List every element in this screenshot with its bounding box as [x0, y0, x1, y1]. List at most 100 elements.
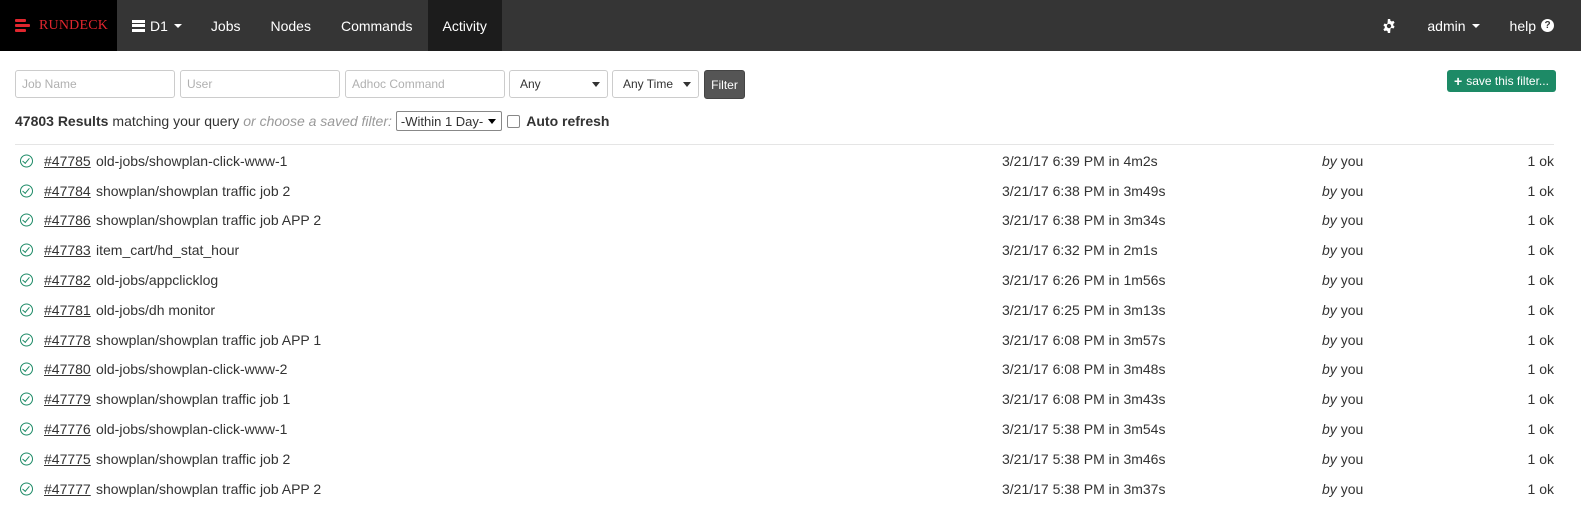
node-status: 1 ok: [1527, 242, 1554, 259]
job-name: old-jobs/dh monitor: [96, 301, 216, 318]
start-time: 3/21/17 6:08 PM: [1002, 391, 1105, 408]
plus-icon: +: [1454, 73, 1463, 89]
status-select[interactable]: Any: [509, 70, 608, 98]
user: you: [1340, 242, 1364, 259]
execution-id-link[interactable]: #47780: [44, 361, 91, 377]
saved-filter-select[interactable]: -Within 1 Day-: [395, 111, 503, 131]
by-label: by: [1322, 450, 1337, 467]
database-icon: [132, 19, 145, 32]
node-status: 1 ok: [1527, 182, 1554, 199]
nav-commands[interactable]: Commands: [326, 0, 428, 51]
check-circle-icon: [20, 392, 33, 406]
auto-refresh-label[interactable]: Auto refresh: [526, 113, 609, 129]
execution-id-link[interactable]: #47775: [44, 451, 91, 467]
execution-time: 3/21/17 5:38 PM in 3m46s: [1002, 451, 1165, 467]
time-select[interactable]: Any Time: [612, 70, 699, 98]
executed-by: by you: [1322, 212, 1363, 228]
chevron-down-icon: [683, 82, 691, 87]
job-name: showplan/showplan traffic job APP 1: [96, 331, 322, 348]
nav-activity[interactable]: Activity: [427, 0, 502, 51]
user-input[interactable]: [180, 70, 340, 98]
executed-by: by you: [1322, 332, 1363, 348]
duration: 3m43s: [1123, 391, 1166, 408]
duration: 3m57s: [1123, 331, 1166, 348]
in-label: in: [1108, 182, 1120, 199]
user: you: [1340, 152, 1364, 169]
nav-nodes[interactable]: Nodes: [255, 0, 325, 51]
execution-row[interactable]: #47775 showplan/showplan traffic job 2 3…: [0, 444, 1581, 474]
start-time: 3/21/17 6:08 PM: [1002, 361, 1105, 378]
execution-row[interactable]: #47783 item_cart/hd_stat_hour 3/21/17 6:…: [0, 235, 1581, 265]
check-circle-icon: [20, 422, 33, 436]
start-time: 3/21/17 6:38 PM: [1002, 212, 1105, 229]
user: you: [1340, 331, 1364, 348]
execution-id-link[interactable]: #47781: [44, 302, 91, 318]
execution-id-link[interactable]: #47778: [44, 332, 91, 348]
execution-id-link[interactable]: #47785: [44, 153, 91, 169]
top-navbar: RUNDECK D1 Jobs Nodes Commands Activity …: [0, 0, 1581, 51]
execution-id-link[interactable]: #47782: [44, 272, 91, 288]
time-select-value: Any Time: [623, 77, 674, 91]
execution-row[interactable]: #47781 old-jobs/dh monitor 3/21/17 6:25 …: [0, 295, 1581, 325]
by-label: by: [1322, 480, 1337, 497]
job-name: showplan/showplan traffic job 2: [96, 450, 291, 467]
chevron-down-icon: [592, 82, 600, 87]
user: you: [1340, 450, 1364, 467]
status-select-value: Any: [520, 77, 541, 91]
execution-row[interactable]: #47778 showplan/showplan traffic job APP…: [0, 325, 1581, 355]
user: you: [1340, 272, 1364, 289]
node-status: 1 ok: [1527, 361, 1554, 378]
job-name: old-jobs/showplan-click-www-1: [96, 421, 288, 438]
node-status: 1 ok: [1527, 480, 1554, 497]
by-label: by: [1322, 272, 1337, 289]
user: you: [1340, 182, 1364, 199]
by-label: by: [1322, 301, 1337, 318]
execution-row[interactable]: #47784 showplan/showplan traffic job 2 3…: [0, 176, 1581, 206]
adhoc-command-input[interactable]: [345, 70, 505, 98]
execution-id-link[interactable]: #47776: [44, 421, 91, 437]
execution-time: 3/21/17 6:38 PM in 3m49s: [1002, 183, 1165, 199]
start-time: 3/21/17 6:39 PM: [1002, 152, 1105, 169]
gear-icon: [1383, 18, 1395, 33]
user: you: [1340, 480, 1364, 497]
executed-by: by you: [1322, 302, 1363, 318]
job-name: showplan/showplan traffic job 2: [96, 182, 291, 199]
execution-time: 3/21/17 5:38 PM in 3m54s: [1002, 421, 1165, 437]
execution-row[interactable]: #47777 showplan/showplan traffic job APP…: [0, 474, 1581, 504]
help-menu[interactable]: help ?: [1495, 0, 1581, 51]
save-filter-button[interactable]: + save this filter...: [1447, 70, 1556, 92]
execution-id-link[interactable]: #47779: [44, 391, 91, 407]
execution-id-link[interactable]: #47777: [44, 481, 91, 497]
settings-button[interactable]: [1367, 0, 1412, 51]
project-menu[interactable]: D1: [117, 0, 196, 51]
execution-row[interactable]: #47776 old-jobs/showplan-click-www-1 3/2…: [0, 414, 1581, 444]
execution-time: 3/21/17 6:32 PM in 2m1s: [1002, 242, 1158, 258]
execution-time: 3/21/17 6:25 PM in 3m13s: [1002, 302, 1165, 318]
auto-refresh-checkbox[interactable]: [507, 114, 521, 128]
by-label: by: [1322, 182, 1337, 199]
execution-id-link[interactable]: #47786: [44, 212, 91, 228]
execution-id-link[interactable]: #47783: [44, 242, 91, 258]
in-label: in: [1108, 480, 1120, 497]
job-name: item_cart/hd_stat_hour: [96, 242, 240, 259]
node-status: 1 ok: [1527, 331, 1554, 348]
check-circle-icon: [20, 273, 33, 287]
help-label: help: [1509, 17, 1536, 34]
check-circle-icon: [20, 243, 33, 257]
chevron-down-icon: [1471, 23, 1480, 28]
brand-link[interactable]: RUNDECK: [0, 0, 117, 51]
nav-jobs[interactable]: Jobs: [196, 0, 256, 51]
execution-row[interactable]: #47780 old-jobs/showplan-click-www-2 3/2…: [0, 355, 1581, 385]
project-name: D1: [150, 17, 168, 34]
execution-row[interactable]: #47779 showplan/showplan traffic job 1 3…: [0, 384, 1581, 414]
execution-row[interactable]: #47782 old-jobs/appclicklog 3/21/17 6:26…: [0, 265, 1581, 295]
execution-row[interactable]: #47785 old-jobs/showplan-click-www-1 3/2…: [0, 146, 1581, 176]
user-menu[interactable]: admin: [1412, 0, 1494, 51]
execution-id-link[interactable]: #47784: [44, 183, 91, 199]
execution-row[interactable]: #47786 showplan/showplan traffic job APP…: [0, 206, 1581, 236]
by-label: by: [1322, 361, 1337, 378]
question-circle-icon: ?: [1541, 19, 1554, 32]
job-name-input[interactable]: [15, 70, 175, 98]
executed-by: by you: [1322, 361, 1363, 377]
filter-button[interactable]: Filter: [704, 70, 745, 99]
